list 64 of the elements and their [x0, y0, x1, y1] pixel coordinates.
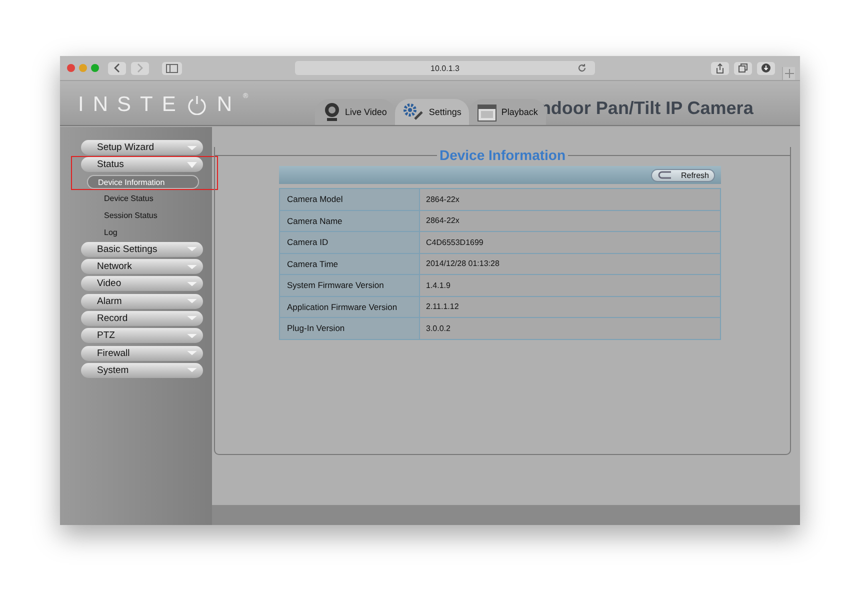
submenu-item[interactable]: Log: [87, 224, 199, 240]
sidebar-toggle-button[interactable]: [162, 62, 182, 74]
refresh-button[interactable]: Refresh: [650, 168, 715, 182]
menu-button[interactable]: Setup Wizard: [81, 140, 203, 155]
calendar-icon: [477, 102, 498, 122]
menu-button[interactable]: Record: [81, 310, 203, 326]
caret-icon: [187, 350, 197, 356]
caret-icon: [187, 316, 197, 321]
table-cell: 2864-22x: [420, 210, 720, 231]
plus-icon: [784, 69, 794, 78]
nav-tab[interactable]: Live Video: [315, 99, 395, 125]
menu-button[interactable]: Network: [81, 259, 203, 274]
submenu-item[interactable]: Device Status: [87, 191, 199, 206]
table-cell: C4D6553D1699: [420, 232, 720, 252]
table-cell: System Firmware Version: [280, 275, 420, 296]
submenu-item[interactable]: Session Status: [87, 208, 199, 223]
webcam-icon: [323, 102, 341, 122]
share-icon: [715, 62, 725, 74]
caret-icon: [187, 162, 197, 168]
table-cell: Application Firmware Version: [280, 296, 420, 317]
tabs-icon: [738, 63, 748, 73]
sidebar-icon: [166, 64, 178, 72]
tabs-button[interactable]: [734, 62, 752, 74]
table-cell: Camera Model: [280, 189, 420, 210]
table-cell: Camera Name: [280, 210, 420, 231]
chevron-left-icon: [113, 63, 121, 73]
share-button[interactable]: [711, 62, 729, 74]
new-tab-button[interactable]: [782, 67, 795, 80]
menu-button[interactable]: Video: [81, 276, 203, 292]
menu-button[interactable]: Status: [81, 157, 203, 172]
table-cell: 3.0.0.2: [420, 318, 720, 338]
table-cell: Camera Time: [280, 254, 420, 274]
caret-icon: [187, 299, 197, 304]
gear-icon: [402, 103, 425, 121]
caret-icon: [187, 145, 197, 150]
menu-button[interactable]: Alarm: [81, 294, 203, 309]
caret-icon: [187, 264, 197, 269]
power-icon: [186, 95, 207, 115]
panel-title: Device Information: [439, 147, 566, 163]
table-cell: 2014/12/28 01:13:28: [420, 254, 720, 274]
submenu-item[interactable]: Device Information: [87, 174, 199, 190]
caret-icon: [187, 247, 197, 252]
download-button[interactable]: [757, 62, 775, 74]
logo-text: INSTE: [78, 93, 185, 117]
table-cell: Plug-In Version: [280, 318, 420, 338]
table-cell: 2864-22x: [420, 189, 720, 210]
logo-text: N: [216, 93, 242, 117]
table-cell: 1.4.1.9: [420, 275, 720, 296]
download-icon: [761, 63, 771, 73]
caret-icon: [187, 334, 197, 338]
back-button[interactable]: [108, 62, 126, 74]
chevron-right-icon: [136, 63, 144, 73]
menu-button[interactable]: System: [81, 362, 203, 378]
address-bar[interactable]: 10.0.1.3: [295, 61, 595, 75]
caret-icon: [187, 282, 197, 286]
menu-button[interactable]: Firewall: [81, 346, 203, 361]
nav-tab[interactable]: Settings: [394, 99, 470, 125]
menu-button[interactable]: PTZ: [81, 328, 203, 344]
menu-button[interactable]: Basic Settings: [81, 242, 203, 257]
reload-icon[interactable]: [577, 63, 587, 73]
table-cell: 2.11.1.12: [420, 296, 720, 317]
caret-icon: [187, 368, 197, 372]
table-cell: Camera ID: [280, 232, 420, 252]
close-button[interactable]: [67, 64, 75, 72]
